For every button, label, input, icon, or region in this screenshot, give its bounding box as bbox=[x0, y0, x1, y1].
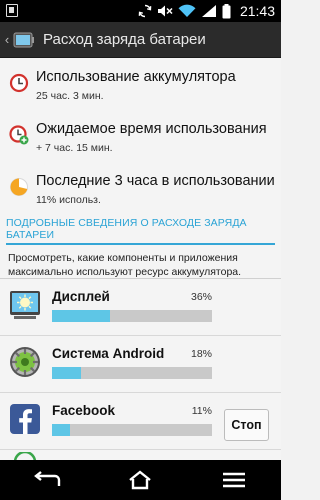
status-icons: 21:43 bbox=[138, 2, 275, 20]
back-icon[interactable] bbox=[17, 460, 77, 500]
navigation-bar bbox=[0, 460, 281, 500]
pie-icon bbox=[10, 178, 28, 196]
usage-bar bbox=[52, 310, 212, 322]
last-3-hours-row[interactable]: Последние 3 часа в использовании 11% исп… bbox=[0, 162, 281, 214]
clock-text: 21:43 bbox=[239, 3, 275, 19]
app-percent: 18% bbox=[190, 348, 212, 360]
up-chevron-icon[interactable]: ‹ bbox=[2, 22, 12, 58]
details-section-header: ПОДРОБНЫЕ СВЕДЕНИЯ О РАСХОДЕ ЗАРЯДА БАТА… bbox=[6, 214, 275, 245]
app-row-display[interactable]: Дисплей 36% bbox=[0, 279, 281, 336]
android-system-icon bbox=[10, 347, 40, 377]
summary-title: Использование аккумулятора bbox=[36, 69, 236, 85]
summary-subtitle: + 7 час. 15 мин. bbox=[36, 142, 113, 154]
usage-bar-fill bbox=[52, 310, 110, 322]
signal-icon bbox=[201, 5, 216, 17]
expected-time-row[interactable]: Ожидаемое время использования + 7 час. 1… bbox=[0, 110, 281, 162]
app-name: Дисплей bbox=[52, 289, 110, 304]
menu-icon[interactable] bbox=[204, 460, 264, 500]
clock-icon bbox=[9, 73, 29, 93]
screenshot-icon bbox=[6, 4, 18, 17]
stop-button[interactable]: Стоп bbox=[224, 409, 269, 441]
usage-bar-fill bbox=[52, 424, 70, 436]
facebook-icon bbox=[10, 404, 40, 434]
app-icon bbox=[14, 452, 36, 460]
summary-title: Последние 3 часа в использовании bbox=[36, 173, 275, 189]
app-name: Система Android bbox=[52, 346, 165, 361]
clock-plus-icon bbox=[9, 125, 29, 145]
mute-icon bbox=[157, 5, 173, 17]
summary-subtitle: 25 час. 3 мин. bbox=[36, 90, 104, 102]
app-percent: 36% bbox=[190, 291, 212, 303]
display-icon bbox=[10, 291, 40, 319]
battery-usage-row[interactable]: Использование аккумулятора 25 час. 3 мин… bbox=[0, 58, 281, 110]
page-title: Расход заряда батареи bbox=[43, 31, 206, 48]
action-bar: ‹ Расход заряда батареи bbox=[0, 22, 281, 58]
status-bar: 21:43 bbox=[0, 0, 281, 22]
sync-icon bbox=[138, 4, 152, 18]
usage-bar bbox=[52, 367, 212, 379]
summary-subtitle: 11% использ. bbox=[36, 194, 101, 206]
battery-settings-icon[interactable] bbox=[13, 31, 35, 49]
usage-bar bbox=[52, 424, 212, 436]
usage-bar-fill bbox=[52, 367, 81, 379]
home-icon[interactable] bbox=[110, 460, 170, 500]
app-percent: 11% bbox=[191, 405, 212, 417]
app-row-facebook[interactable]: Facebook 11% Стоп bbox=[0, 393, 281, 450]
app-row-android-system[interactable]: Система Android 18% bbox=[0, 336, 281, 393]
battery-usage-list[interactable]: Использование аккумулятора 25 час. 3 мин… bbox=[0, 58, 281, 460]
details-description: Просмотреть, какие компоненты и приложен… bbox=[0, 245, 281, 279]
battery-icon bbox=[222, 3, 231, 18]
summary-title: Ожидаемое время использования bbox=[36, 121, 267, 137]
app-row-partial[interactable] bbox=[0, 450, 281, 460]
app-name: Facebook bbox=[52, 403, 116, 418]
wifi-icon bbox=[178, 4, 196, 18]
